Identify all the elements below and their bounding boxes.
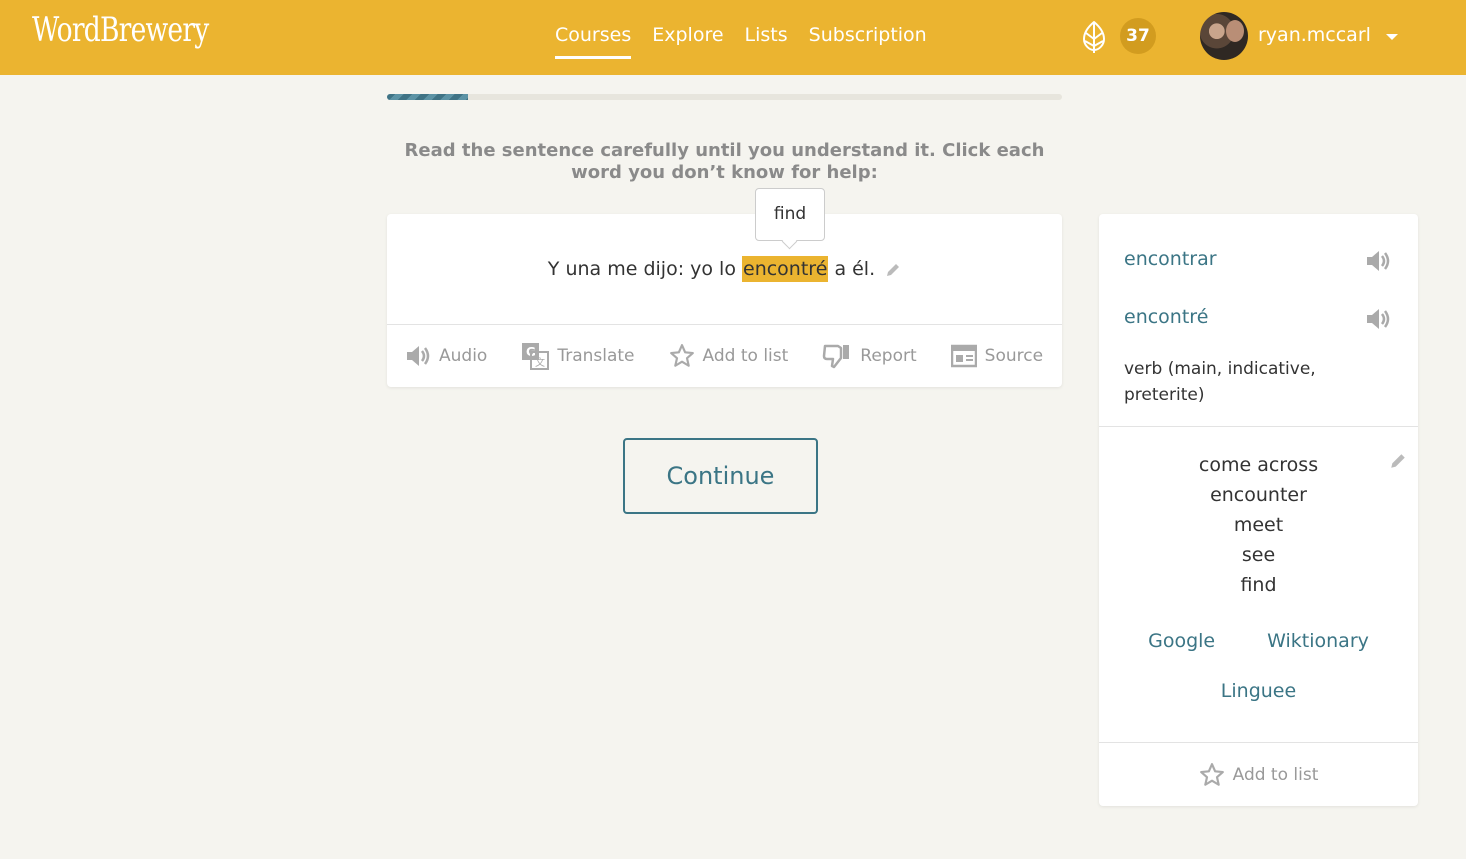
sentence: Y una me dijo: yo lo encontré a él.: [387, 256, 1062, 282]
sentence-text-before[interactable]: Y una me dijo: yo lo: [548, 258, 736, 280]
sentence-card: Y una me dijo: yo lo encontré a él. Audi…: [387, 214, 1062, 387]
points-badge[interactable]: 37: [1120, 18, 1156, 54]
add-to-list-label: Add to list: [702, 346, 789, 366]
google-translate-icon: G 文: [522, 343, 550, 370]
panel-divider: [1099, 426, 1418, 427]
dictionary-links-row2: Linguee: [1099, 680, 1418, 702]
hop-icon[interactable]: [1080, 19, 1108, 53]
word-form-link[interactable]: encontré: [1124, 306, 1208, 328]
dictionary-links: Google Wiktionary: [1099, 630, 1418, 652]
translation-item: come across: [1198, 454, 1319, 476]
grammar-info: verb (main, indicative, preterite): [1124, 359, 1316, 405]
top-header: WordBrewery Courses Explore Lists Subscr…: [0, 0, 1466, 75]
highlighted-word[interactable]: encontré: [742, 256, 829, 282]
speaker-icon[interactable]: [1365, 306, 1391, 332]
chevron-down-icon[interactable]: [1386, 34, 1398, 40]
avatar[interactable]: [1200, 12, 1248, 60]
star-icon: [1199, 763, 1224, 786]
main-nav: Courses Explore Lists Subscription: [555, 24, 927, 59]
source-label: Source: [984, 346, 1044, 366]
audio-button[interactable]: Audio: [405, 342, 487, 370]
nav-explore[interactable]: Explore: [652, 24, 723, 59]
username[interactable]: ryan.mccarl: [1258, 24, 1371, 46]
panel-add-to-list-button[interactable]: Add to list: [1099, 762, 1418, 788]
sentence-text-after[interactable]: a él.: [834, 258, 875, 280]
translation-item: encounter: [1210, 484, 1307, 506]
google-link[interactable]: Google: [1148, 630, 1215, 652]
translation-item: find: [1240, 574, 1277, 596]
translate-button[interactable]: G 文 Translate: [521, 342, 635, 370]
add-to-list-button[interactable]: Add to list: [669, 342, 789, 370]
speaker-icon[interactable]: [1365, 248, 1391, 274]
translation-item: meet: [1233, 514, 1284, 536]
report-button[interactable]: Report: [822, 342, 917, 370]
continue-button[interactable]: Continue: [623, 438, 818, 514]
panel-divider: [1099, 742, 1418, 743]
svg-text:文: 文: [535, 356, 545, 369]
translation-item: see: [1241, 544, 1276, 566]
nav-lists[interactable]: Lists: [745, 24, 788, 59]
wiktionary-link[interactable]: Wiktionary: [1267, 630, 1369, 652]
instructions-text: Read the sentence carefully until you un…: [404, 140, 1045, 183]
thumbs-down-icon: [823, 344, 850, 369]
nav-courses[interactable]: Courses: [555, 24, 632, 59]
newspaper-icon: [950, 344, 977, 368]
logo[interactable]: WordBrewery: [32, 10, 209, 50]
star-icon: [669, 344, 694, 367]
lemma-link[interactable]: encontrar: [1124, 248, 1217, 270]
card-divider: [387, 324, 1062, 325]
word-tooltip: find: [755, 188, 825, 241]
nav-subscription[interactable]: Subscription: [809, 24, 927, 59]
translate-label: Translate: [557, 346, 635, 366]
speaker-icon: [407, 346, 430, 366]
translation-list: come across encounter meet see find: [1099, 450, 1418, 600]
lesson-progress-bar: [387, 94, 1062, 100]
edit-pencil-icon[interactable]: [1389, 452, 1407, 470]
word-detail-panel: encontrar encontré verb (main, indicativ…: [1099, 214, 1418, 806]
source-button[interactable]: Source: [950, 342, 1044, 370]
audio-label: Audio: [439, 346, 488, 366]
edit-pencil-icon[interactable]: [885, 262, 901, 278]
lesson-progress-fill: [387, 94, 468, 100]
sentence-actions: Audio G 文 Translate Add to list Report S…: [405, 342, 1043, 370]
report-label: Report: [860, 346, 917, 366]
panel-add-to-list-label: Add to list: [1232, 765, 1319, 785]
linguee-link[interactable]: Linguee: [1221, 680, 1296, 702]
